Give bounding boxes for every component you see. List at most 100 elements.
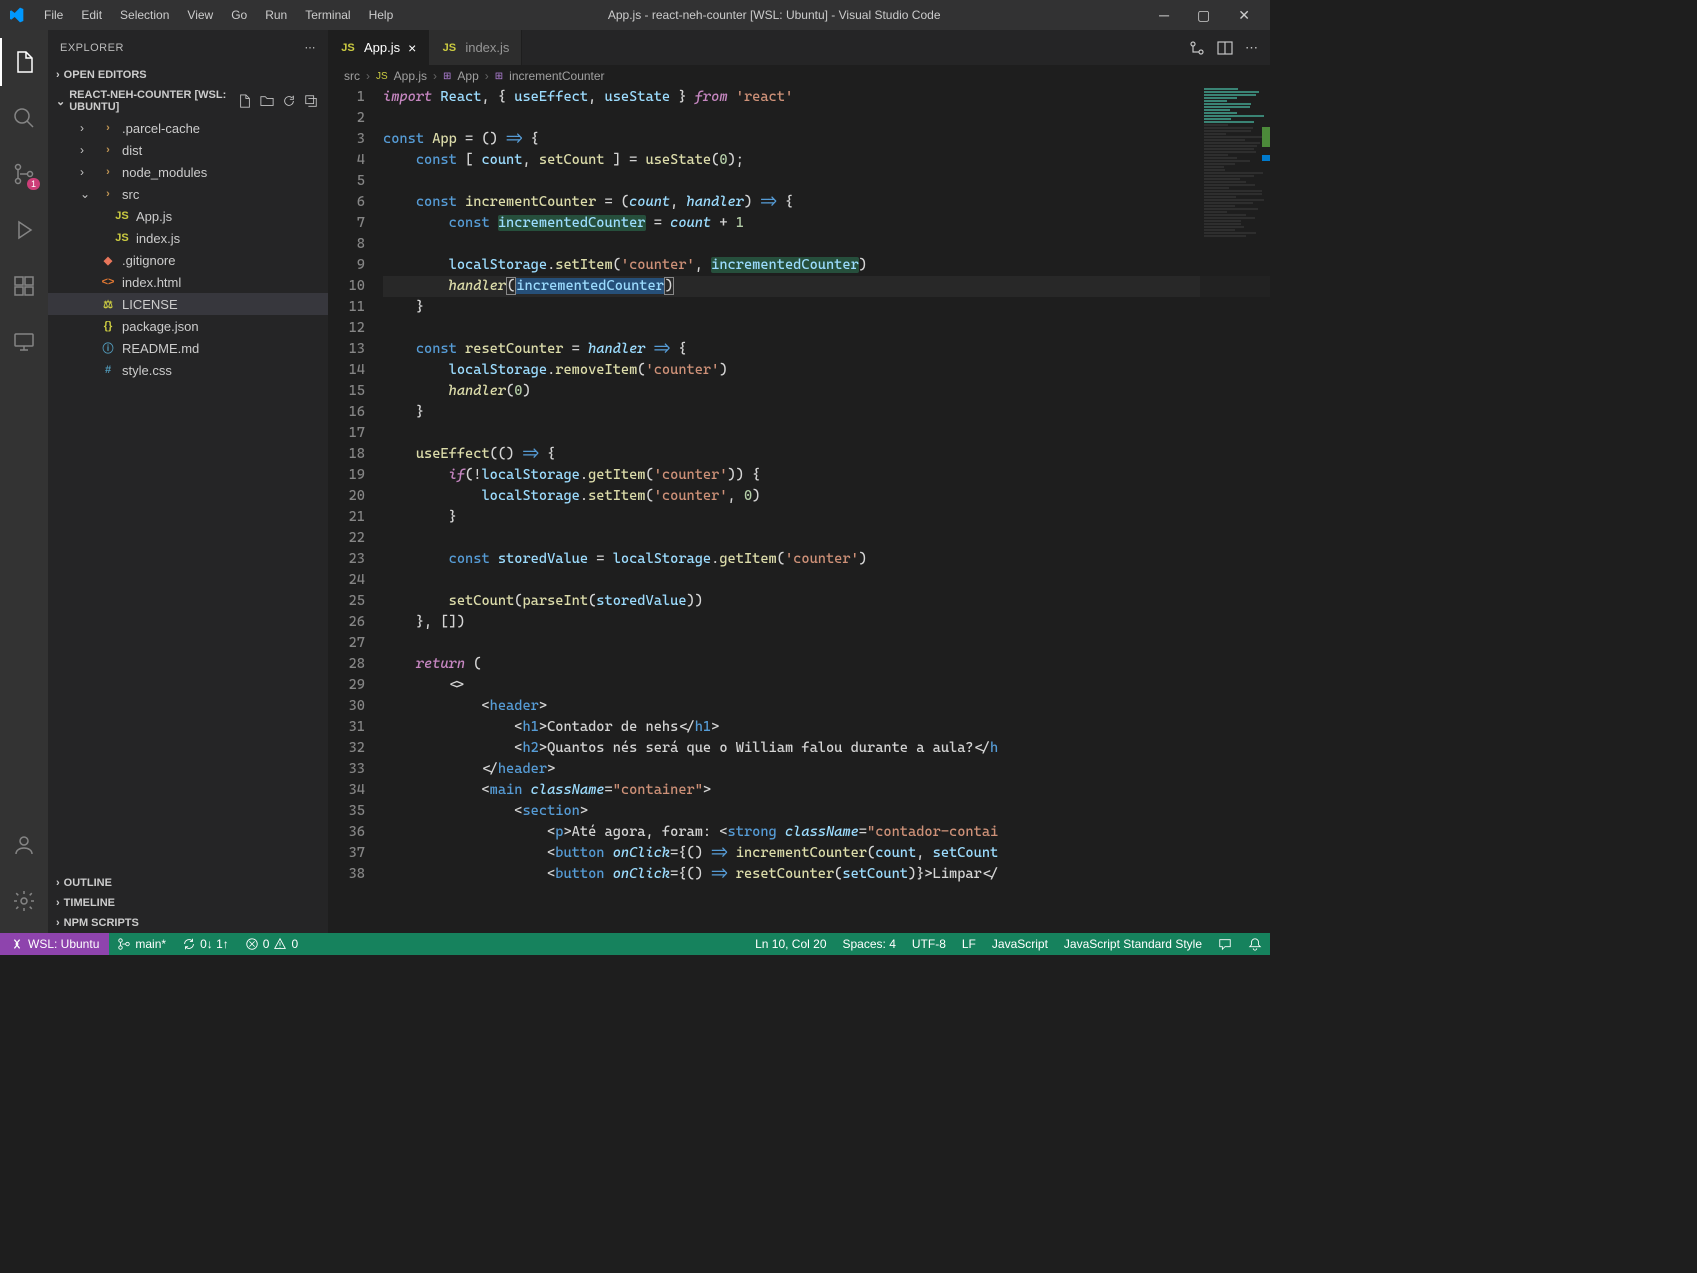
remote-indicator[interactable]: WSL: Ubuntu (0, 933, 109, 955)
indentation[interactable]: Spaces: 4 (835, 933, 904, 955)
section-label: REACT-NEH-COUNTER [WSL: UBUNTU] (69, 89, 228, 113)
editor-more-icon[interactable]: ⋯ (1245, 40, 1258, 56)
scm-badge: 1 (27, 178, 40, 190)
file-label: package.json (122, 319, 199, 334)
minimap[interactable] (1200, 87, 1270, 933)
file--gitignore[interactable]: ◆.gitignore (48, 249, 328, 271)
menu-edit[interactable]: Edit (73, 4, 110, 26)
remote-label: WSL: Ubuntu (28, 937, 99, 951)
close-tab-icon[interactable]: × (408, 40, 416, 56)
section-label: TIMELINE (64, 897, 115, 909)
json-icon: {} (100, 320, 116, 332)
menu-run[interactable]: Run (257, 4, 295, 26)
file-App-js[interactable]: JSApp.js (48, 205, 328, 227)
tab-label: index.js (465, 40, 509, 55)
explorer-icon[interactable] (0, 38, 48, 86)
timeline-section[interactable]: › TIMELINE (48, 895, 328, 911)
tab-App-js[interactable]: JSApp.js× (328, 30, 429, 65)
file-label: index.js (136, 231, 180, 246)
warning-count: 0 (291, 937, 298, 951)
file-package-json[interactable]: {} package.json (48, 315, 328, 337)
problems-status[interactable]: 0 0 (237, 933, 306, 955)
maximize-button[interactable]: ▢ (1185, 3, 1222, 28)
titlebar: FileEditSelectionViewGoRunTerminalHelp A… (0, 0, 1270, 30)
lint-status[interactable]: JavaScript Standard Style (1056, 933, 1210, 955)
menu-help[interactable]: Help (361, 4, 402, 26)
git-branch[interactable]: main* (109, 933, 174, 955)
remote-explorer-icon[interactable] (0, 318, 48, 366)
breadcrumb-item[interactable]: incrementCounter (509, 69, 604, 83)
chevron-right-icon: › (56, 877, 60, 889)
menu-terminal[interactable]: Terminal (297, 4, 358, 26)
menu-go[interactable]: Go (223, 4, 255, 26)
minimize-button[interactable]: ─ (1147, 3, 1181, 28)
html-icon: <> (100, 276, 116, 288)
folder-icon: › (100, 122, 116, 134)
file-LICENSE[interactable]: ⚖LICENSE (48, 293, 328, 315)
file-label: README.md (122, 341, 199, 356)
scroll-marker (1262, 127, 1270, 147)
file-index-js[interactable]: JSindex.js (48, 227, 328, 249)
new-file-icon[interactable] (236, 92, 254, 110)
source-control-icon[interactable]: 1 (0, 150, 48, 198)
feedback-icon[interactable] (1210, 933, 1240, 955)
code-editor[interactable]: 1234567891011121314151617181920212223242… (328, 87, 1270, 933)
outline-section[interactable]: › OUTLINE (48, 875, 328, 891)
error-count: 0 (263, 937, 270, 951)
js-icon: JS (114, 210, 130, 222)
js-file-icon: JS (340, 42, 356, 54)
extensions-icon[interactable] (0, 262, 48, 310)
menu-file[interactable]: File (36, 4, 71, 26)
accounts-icon[interactable] (0, 821, 48, 869)
chevron-down-icon: ⌄ (80, 187, 94, 201)
compare-changes-icon[interactable] (1189, 40, 1205, 56)
sync-status[interactable]: 0↓ 1↑ (174, 933, 237, 955)
breadcrumb-item[interactable]: App.js (394, 69, 427, 83)
search-icon[interactable] (0, 94, 48, 142)
breadcrumbs[interactable]: src›JSApp.js›⊞App›⊞incrementCounter (328, 65, 1270, 87)
main-menu: FileEditSelectionViewGoRunTerminalHelp (36, 4, 401, 26)
chevron-right-icon: › (56, 69, 60, 81)
file-index-html[interactable]: <>index.html (48, 271, 328, 293)
menu-selection[interactable]: Selection (112, 4, 177, 26)
chevron-down-icon: ⌄ (56, 95, 65, 108)
project-section[interactable]: ⌄ REACT-NEH-COUNTER [WSL: UBUNTU] (48, 87, 328, 115)
notifications-icon[interactable] (1240, 933, 1270, 955)
git-icon: ◆ (100, 254, 116, 267)
language-mode[interactable]: JavaScript (984, 933, 1056, 955)
breadcrumb-item[interactable]: src (344, 69, 360, 83)
open-editors-section[interactable]: › OPEN EDITORS (48, 67, 328, 83)
tab-bar: JSApp.js×JSindex.js ⋯ (328, 30, 1270, 65)
line-gutter: 1234567891011121314151617181920212223242… (328, 87, 383, 933)
close-window-button[interactable]: ✕ (1226, 3, 1262, 28)
status-bar: WSL: Ubuntu main* 0↓ 1↑ 0 0 Ln 10, Col 2… (0, 933, 1270, 955)
css-icon: # (100, 364, 116, 376)
file-label: dist (122, 143, 142, 158)
file-src[interactable]: ⌄›src (48, 183, 328, 205)
file-node_modules[interactable]: ››node_modules (48, 161, 328, 183)
file-style-css[interactable]: #style.css (48, 359, 328, 381)
code-content[interactable]: import React, { useEffect, useState } fr… (383, 87, 1270, 933)
cursor-position[interactable]: Ln 10, Col 20 (747, 933, 834, 955)
lic-icon: ⚖ (100, 298, 116, 311)
scroll-marker (1262, 155, 1270, 161)
file-README-md[interactable]: ⓘREADME.md (48, 337, 328, 359)
menu-view[interactable]: View (179, 4, 221, 26)
file-label: node_modules (122, 165, 207, 180)
run-debug-icon[interactable] (0, 206, 48, 254)
eol[interactable]: LF (954, 933, 984, 955)
new-folder-icon[interactable] (258, 92, 276, 110)
npm-scripts-section[interactable]: › NPM SCRIPTS (48, 915, 328, 931)
breadcrumb-icon: JS (376, 71, 388, 82)
collapse-icon[interactable] (302, 92, 320, 110)
file-dist[interactable]: ››dist (48, 139, 328, 161)
breadcrumb-item[interactable]: App (457, 69, 478, 83)
file--parcel-cache[interactable]: ››.parcel-cache (48, 117, 328, 139)
encoding[interactable]: UTF-8 (904, 933, 954, 955)
sidebar: EXPLORER ⋯ › OPEN EDITORS ⌄ REACT-NEH-CO… (48, 30, 328, 933)
split-editor-icon[interactable] (1217, 40, 1233, 56)
settings-gear-icon[interactable] (0, 877, 48, 925)
sidebar-more-icon[interactable]: ⋯ (305, 41, 317, 54)
tab-index-js[interactable]: JSindex.js (429, 30, 522, 65)
refresh-icon[interactable] (280, 92, 298, 110)
